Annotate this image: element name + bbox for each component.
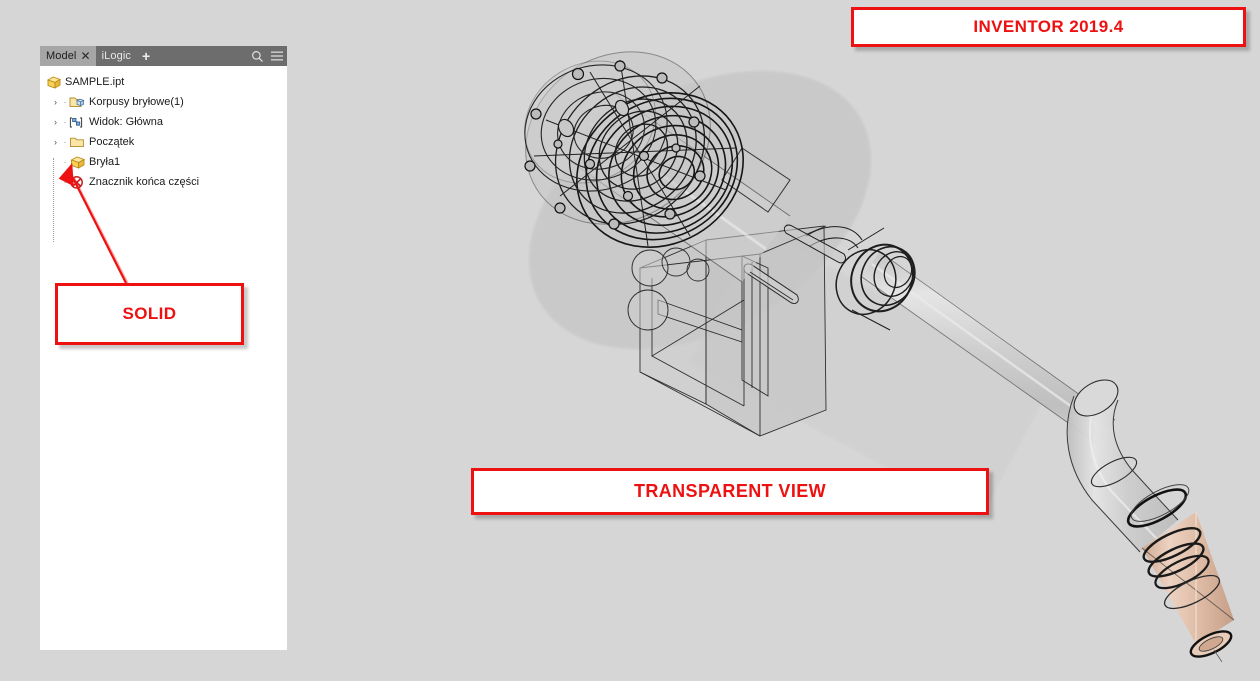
model-browser-panel[interactable]: Model ✕ iLogic + SAMPLE.ipt › · Korpusy … [40, 46, 287, 650]
tree-item-end-of-part[interactable]: · Znacznik końca części [44, 172, 291, 192]
model-tree[interactable]: SAMPLE.ipt › · Korpusy bryłowe(1) › · Wi… [40, 66, 291, 242]
tree-label: SAMPLE.ipt [65, 76, 125, 88]
tree-dot: · [63, 117, 67, 127]
chevron-right-icon[interactable]: › [50, 112, 61, 132]
chevron-right-icon[interactable]: › [50, 132, 61, 152]
chevron-right-icon[interactable]: › [50, 92, 61, 112]
tree-label: Bryła1 [89, 156, 121, 168]
tab-model-label: Model [46, 50, 77, 62]
tree-label: Widok: Główna [89, 116, 163, 128]
tree-dot: · [63, 97, 67, 107]
callout-inventor-version: INVENTOR 2019.4 [851, 7, 1246, 47]
tree-item-origin[interactable]: › · Początek [44, 132, 291, 152]
tree-item-bryla1[interactable]: · Bryła1 [44, 152, 291, 172]
tree-item-solid-bodies[interactable]: › · Korpusy bryłowe(1) [44, 92, 291, 112]
tree-dot: · [63, 177, 67, 187]
view-icon [68, 112, 87, 132]
solid-cube-icon [68, 152, 87, 172]
callout-inventor-label: INVENTOR 2019.4 [973, 17, 1124, 36]
callout-solid: SOLID [55, 283, 244, 345]
callout-solid-label: SOLID [122, 304, 177, 323]
tree-dot: · [63, 157, 67, 167]
origin-folder-icon [68, 132, 87, 152]
search-icon[interactable] [247, 46, 267, 66]
tree-label: Początek [89, 136, 135, 148]
tree-label: Znacznik końca części [89, 176, 200, 188]
tab-model[interactable]: Model ✕ [40, 46, 96, 66]
solid-bodies-folder-icon [68, 92, 87, 112]
tree-item-view-main[interactable]: › · Widok: Główna [44, 112, 291, 132]
add-tab-icon[interactable]: + [142, 49, 150, 63]
tree-label: Korpusy bryłowe(1) [89, 96, 184, 108]
end-of-part-icon [68, 172, 87, 192]
browser-tab-strip[interactable]: Model ✕ iLogic + [40, 46, 287, 66]
tab-ilogic-label: iLogic [101, 50, 131, 62]
model-elbow [1066, 379, 1190, 553]
callout-transparent-label: TRANSPARENT VIEW [633, 481, 827, 501]
tree-no-expander [50, 172, 61, 192]
tree-dot: · [63, 137, 67, 147]
callout-transparent-view: TRANSPARENT VIEW [471, 468, 989, 515]
close-icon[interactable]: ✕ [80, 50, 90, 62]
part-cube-icon [44, 72, 63, 92]
tree-item-sample-ipt[interactable]: SAMPLE.ipt [44, 72, 291, 92]
menu-icon[interactable] [267, 46, 287, 66]
tab-ilogic[interactable]: iLogic [96, 46, 136, 66]
tree-no-expander [50, 152, 61, 172]
